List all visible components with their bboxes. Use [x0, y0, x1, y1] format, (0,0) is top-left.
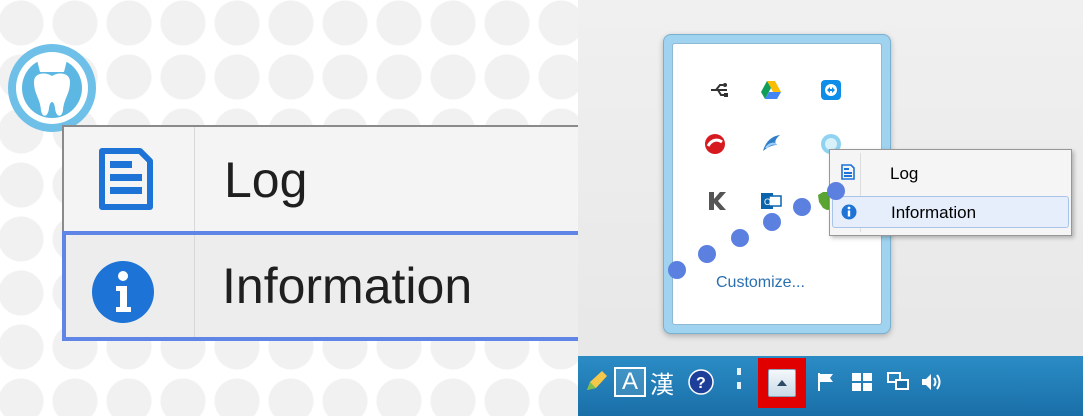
svg-text:?: ? — [696, 375, 706, 392]
volume-icon[interactable] — [920, 370, 946, 394]
windows-grid-icon[interactable] — [850, 370, 874, 394]
help-icon[interactable]: ? — [688, 369, 714, 395]
teamviewer-icon[interactable] — [820, 79, 842, 101]
context-menu-item-information[interactable]: Information — [832, 196, 1069, 228]
trendmicro-icon[interactable] — [704, 133, 726, 155]
google-drive-icon[interactable] — [760, 79, 782, 101]
show-hidden-icons-button[interactable] — [768, 369, 796, 397]
callout-dot — [698, 245, 716, 263]
context-menu-label-information: Information — [891, 203, 977, 222]
usb-icon[interactable] — [708, 79, 730, 101]
callout-dot — [731, 229, 749, 247]
menu-separator — [194, 235, 195, 337]
log-document-icon — [841, 164, 855, 180]
tooth-app-logo-icon — [8, 44, 96, 132]
log-document-icon — [99, 148, 153, 210]
menu-separator — [194, 127, 195, 232]
zoom-menu-label-information: Information — [222, 258, 473, 314]
info-icon — [92, 261, 154, 323]
callout-dot — [793, 198, 811, 216]
outlook-icon[interactable]: O — [760, 190, 782, 212]
dolphin-icon[interactable] — [760, 133, 782, 155]
chevron-up-icon — [777, 380, 787, 386]
ime-kanji-icon[interactable]: 漢 — [650, 365, 674, 400]
callout-dot — [827, 182, 845, 200]
info-icon — [841, 204, 857, 220]
ime-mode-icon[interactable]: A — [614, 367, 646, 397]
kaspersky-icon[interactable] — [706, 190, 728, 212]
svg-text:O: O — [764, 197, 771, 207]
callout-dot — [763, 213, 781, 231]
pen-icon[interactable] — [584, 368, 610, 394]
context-menu-label-log: Log — [890, 164, 919, 183]
network-icon[interactable] — [886, 370, 912, 394]
zoom-menu-label-log: Log — [224, 152, 308, 208]
context-menu-item-log[interactable]: Log — [832, 156, 1069, 190]
tray-chevron-icon — [737, 368, 741, 389]
customize-link[interactable]: Customize... — [716, 274, 805, 292]
callout-dot — [668, 261, 686, 279]
action-center-flag-icon[interactable] — [814, 370, 838, 394]
tray-context-menu: Log Information — [829, 149, 1072, 236]
